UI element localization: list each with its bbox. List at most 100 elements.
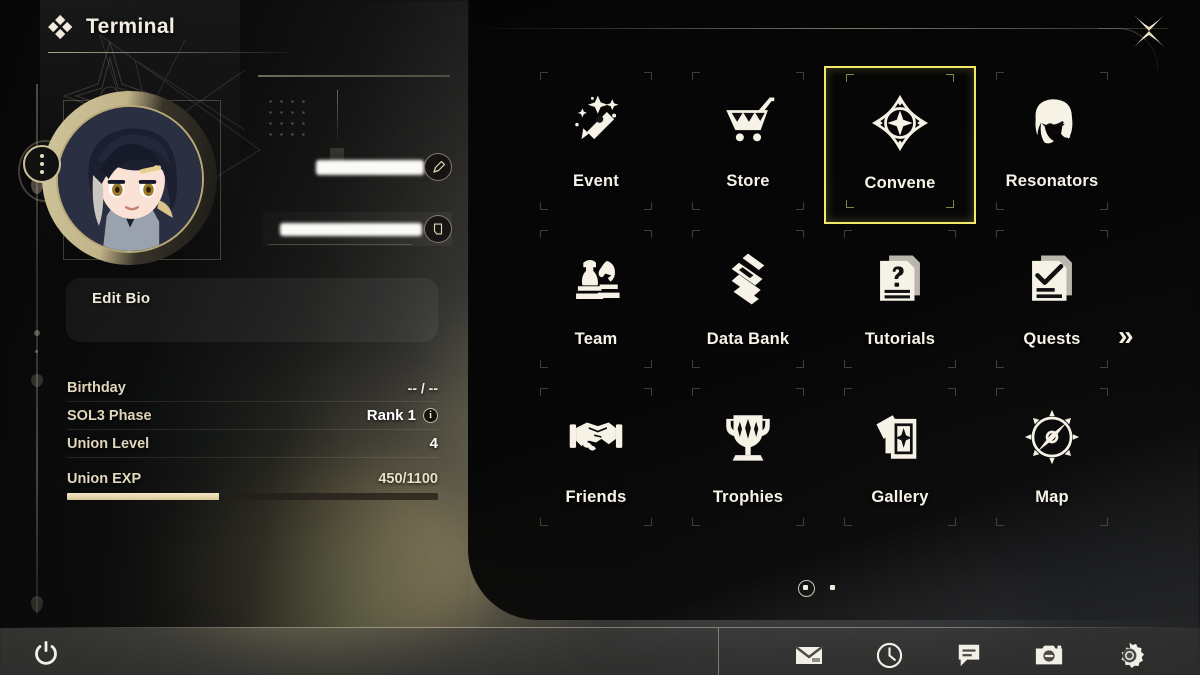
union-exp-block: Union EXP 450/1100 — [67, 471, 438, 500]
union-exp-progress-fill — [67, 493, 220, 500]
edit-bio-label: Edit Bio — [92, 290, 151, 307]
tile-icon-wrap — [719, 408, 777, 466]
camera-icon — [1035, 645, 1063, 665]
magic-wand-stars-icon — [575, 95, 619, 140]
tile-corner — [1100, 360, 1108, 368]
tile-corner — [846, 74, 854, 82]
tile-corner — [540, 360, 548, 368]
page-dot-2[interactable] — [830, 585, 835, 590]
menu-tile-label: Quests — [1023, 330, 1081, 348]
menu-tile-store[interactable]: Store — [672, 66, 824, 224]
character-head-icon — [1035, 99, 1073, 144]
tile-corner — [1100, 388, 1108, 396]
menu-tile-label: Tutorials — [864, 330, 936, 348]
tile-icon-wrap — [1023, 408, 1081, 466]
tile-corner — [644, 230, 652, 238]
tile-icon-wrap — [567, 250, 625, 308]
power-button[interactable] — [30, 637, 62, 669]
tile-corner — [692, 72, 700, 80]
settings-button[interactable] — [1114, 640, 1144, 670]
avatar[interactable] — [23, 91, 217, 265]
stacked-diamonds-icon — [731, 253, 765, 305]
tile-corner — [844, 518, 852, 526]
double-chevron-right-icon: » — [1118, 320, 1134, 351]
tile-corner — [692, 230, 700, 238]
tile-corner — [540, 202, 548, 210]
convene-compass-star-icon — [871, 94, 929, 152]
announcement-button[interactable] — [954, 640, 984, 670]
profile-stats-list: Birthday -- / -- SOL3 Phase Rank 1 i Uni… — [67, 374, 438, 458]
menu-tile-quests[interactable]: Quests — [976, 224, 1128, 382]
tile-corner — [1100, 230, 1108, 238]
tile-corner — [846, 200, 854, 208]
more-vertical-icon — [40, 162, 44, 166]
page-header: Terminal — [48, 14, 175, 40]
info-icon[interactable]: i — [423, 408, 438, 423]
edit-bio-button[interactable]: Edit Bio — [66, 278, 438, 342]
menu-tile-convene[interactable]: Convene — [824, 66, 976, 224]
bottom-bar-divider — [718, 628, 719, 675]
gear-icon — [1120, 641, 1144, 668]
cards-stack-icon — [876, 415, 917, 459]
tile-icon-wrap — [1023, 92, 1081, 150]
menu-tile-gallery[interactable]: Gallery — [824, 382, 976, 540]
menu-tile-map[interactable]: Map — [976, 382, 1128, 540]
menu-tile-trophies[interactable]: Trophies — [672, 382, 824, 540]
tile-icon-wrap — [871, 250, 929, 308]
close-star-icon — [1134, 15, 1164, 47]
clock-icon — [876, 642, 902, 668]
tile-corner — [692, 360, 700, 368]
menu-tile-label: Team — [574, 330, 618, 348]
rail-droplet — [31, 596, 43, 612]
page-title: Terminal — [86, 15, 176, 38]
menu-panel-top-edge — [468, 28, 1168, 29]
tile-corner — [540, 388, 548, 396]
tile-corner — [1100, 72, 1108, 80]
terminal-menu-grid: Event Store Convene Resonators Team Data… — [520, 66, 1130, 540]
tile-corner — [996, 72, 1004, 80]
edit-name-button[interactable] — [424, 153, 452, 181]
clock-button[interactable] — [874, 640, 904, 670]
menu-tile-resonators[interactable]: Resonators — [976, 66, 1128, 224]
menu-tile-team[interactable]: Team — [520, 224, 672, 382]
player-uid-censored — [280, 222, 422, 236]
profile-options-button[interactable] — [23, 145, 61, 183]
menu-tile-friends[interactable]: Friends — [520, 382, 672, 540]
trophy-icon — [726, 415, 770, 461]
tile-corner — [540, 518, 548, 526]
tile-corner — [796, 518, 804, 526]
menu-tile-tutorials[interactable]: Tutorials — [824, 224, 976, 382]
chess-pieces-icon — [576, 259, 620, 299]
tile-corner — [948, 518, 956, 526]
stat-label: SOL3 Phase — [67, 407, 152, 424]
question-document-icon — [880, 255, 920, 301]
stat-label: Union Level — [67, 435, 150, 452]
page-dot-1[interactable] — [798, 580, 815, 597]
tile-icon-wrap — [871, 408, 929, 466]
tile-corner — [844, 388, 852, 396]
tile-corner — [1100, 518, 1108, 526]
tile-corner — [692, 202, 700, 210]
tile-corner — [540, 72, 548, 80]
rail-droplet — [31, 374, 43, 387]
menu-tile-label: Data Bank — [706, 330, 790, 348]
menu-tile-data-bank[interactable]: Data Bank — [672, 224, 824, 382]
stat-value: -- / -- — [407, 379, 438, 396]
mail-button[interactable] — [794, 640, 824, 670]
tile-corner — [946, 200, 954, 208]
menu-tile-label: Event — [573, 172, 619, 190]
menu-tile-event[interactable]: Event — [520, 66, 672, 224]
camera-button[interactable] — [1034, 640, 1064, 670]
terminal-diamonds-icon — [48, 14, 73, 40]
tile-corner — [796, 72, 804, 80]
tile-corner — [946, 74, 954, 82]
bottom-bar-icons — [794, 640, 1144, 670]
tile-corner — [644, 202, 652, 210]
stat-value: Rank 1 i — [367, 407, 438, 424]
stat-row-birthday: Birthday -- / -- — [67, 374, 438, 402]
tile-corner — [796, 360, 804, 368]
copy-uid-button[interactable] — [424, 215, 452, 243]
close-button[interactable] — [1126, 8, 1172, 54]
power-icon — [35, 641, 57, 665]
next-page-button[interactable]: » — [1118, 320, 1134, 352]
